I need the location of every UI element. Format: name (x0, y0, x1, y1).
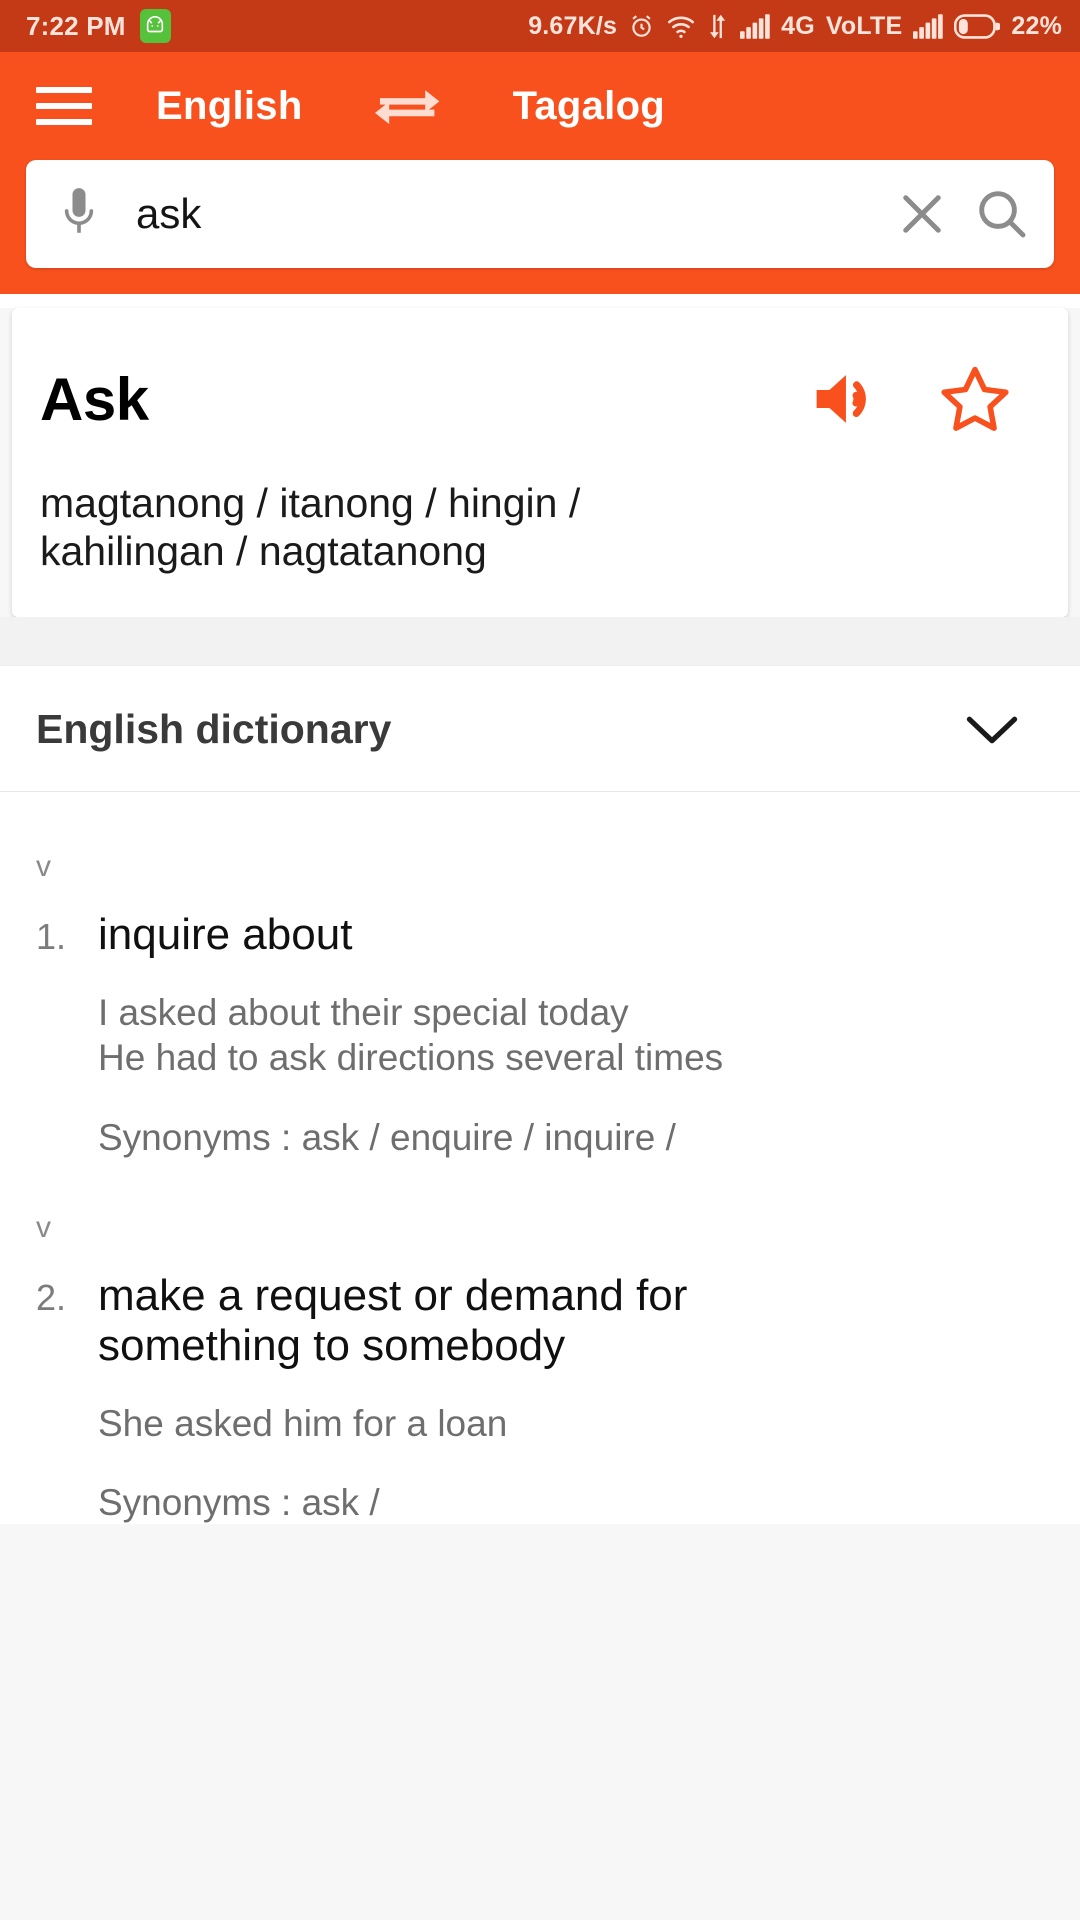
battery-percent: 22% (1011, 11, 1062, 40)
definition-examples: I asked about their special today He had… (98, 992, 724, 1079)
translation-card-header: Ask (40, 364, 1040, 434)
part-of-speech: v (36, 1210, 51, 1244)
definition-text: inquire about (98, 910, 353, 960)
definition-row: 1. inquire about (36, 910, 1044, 960)
status-bar-right: 9.67K/s 4G VoLTE 22% (528, 12, 1062, 41)
definition-text: make a request or demand for something t… (98, 1270, 688, 1370)
close-icon[interactable] (896, 188, 948, 240)
section-divider (0, 617, 1080, 666)
search-bar[interactable]: ask (26, 160, 1054, 268)
translation-text: magtanong / itanong / hingin / kahilinga… (40, 480, 581, 574)
network-type-label: 4G (781, 11, 815, 40)
wifi-icon (666, 13, 696, 40)
definition-synonyms: Synonyms : ask / enquire / inquire / (98, 1116, 676, 1158)
network-speed: 9.67K/s (528, 11, 618, 40)
search-icon[interactable] (974, 186, 1030, 242)
headword: Ask (40, 365, 149, 433)
app-bar: English Tagalog (0, 52, 1080, 160)
search-container: ask (0, 160, 1080, 294)
part-of-speech: v (36, 850, 51, 884)
hamburger-menu-icon[interactable] (36, 87, 92, 125)
speaker-icon[interactable] (814, 368, 886, 430)
swap-arrows-icon[interactable] (374, 81, 441, 131)
android-robot-icon (139, 9, 171, 43)
target-language-label[interactable]: Tagalog (513, 84, 665, 129)
definition-row: 2. make a request or demand for somethin… (36, 1271, 1044, 1371)
status-bar: 7:22 PM 9.67K/s 4G VoLTE 22% (0, 0, 1080, 52)
data-transfer-icon (707, 13, 729, 40)
microphone-icon[interactable] (56, 185, 102, 243)
definition-number: 1. (36, 916, 67, 958)
english-dictionary-section-header[interactable]: English dictionary (0, 665, 1080, 793)
definition-synonyms: Synonyms : ask / (98, 1481, 380, 1523)
definition-entry: v 1. inquire about I asked about their s… (0, 850, 1080, 1158)
section-title: English dictionary (36, 706, 392, 753)
translation-card: Ask magtanong / itanong / hingin / kahil… (12, 308, 1068, 618)
signal-bars-icon (740, 13, 770, 39)
definition-entry: v 2. make a request or demand for someth… (0, 1211, 1080, 1524)
definitions-list: v 1. inquire about I asked about their s… (0, 792, 1080, 1524)
card-actions (814, 364, 1040, 434)
volte-label: VoLTE (825, 11, 903, 40)
search-input[interactable]: ask (136, 190, 896, 238)
alarm-icon (628, 13, 655, 40)
star-outline-icon[interactable] (938, 364, 1012, 434)
status-time: 7:22 PM (26, 10, 126, 41)
battery-icon (954, 13, 1001, 39)
chevron-down-icon[interactable] (964, 712, 1044, 748)
definition-number: 2. (36, 1276, 67, 1318)
status-bar-left: 7:22 PM (26, 9, 171, 43)
definition-examples: She asked him for a loan (98, 1402, 508, 1444)
signal-bars-icon-2 (913, 13, 944, 39)
content-area: Ask magtanong / itanong / hingin / kahil… (0, 308, 1080, 1920)
source-language-label[interactable]: English (156, 84, 303, 129)
